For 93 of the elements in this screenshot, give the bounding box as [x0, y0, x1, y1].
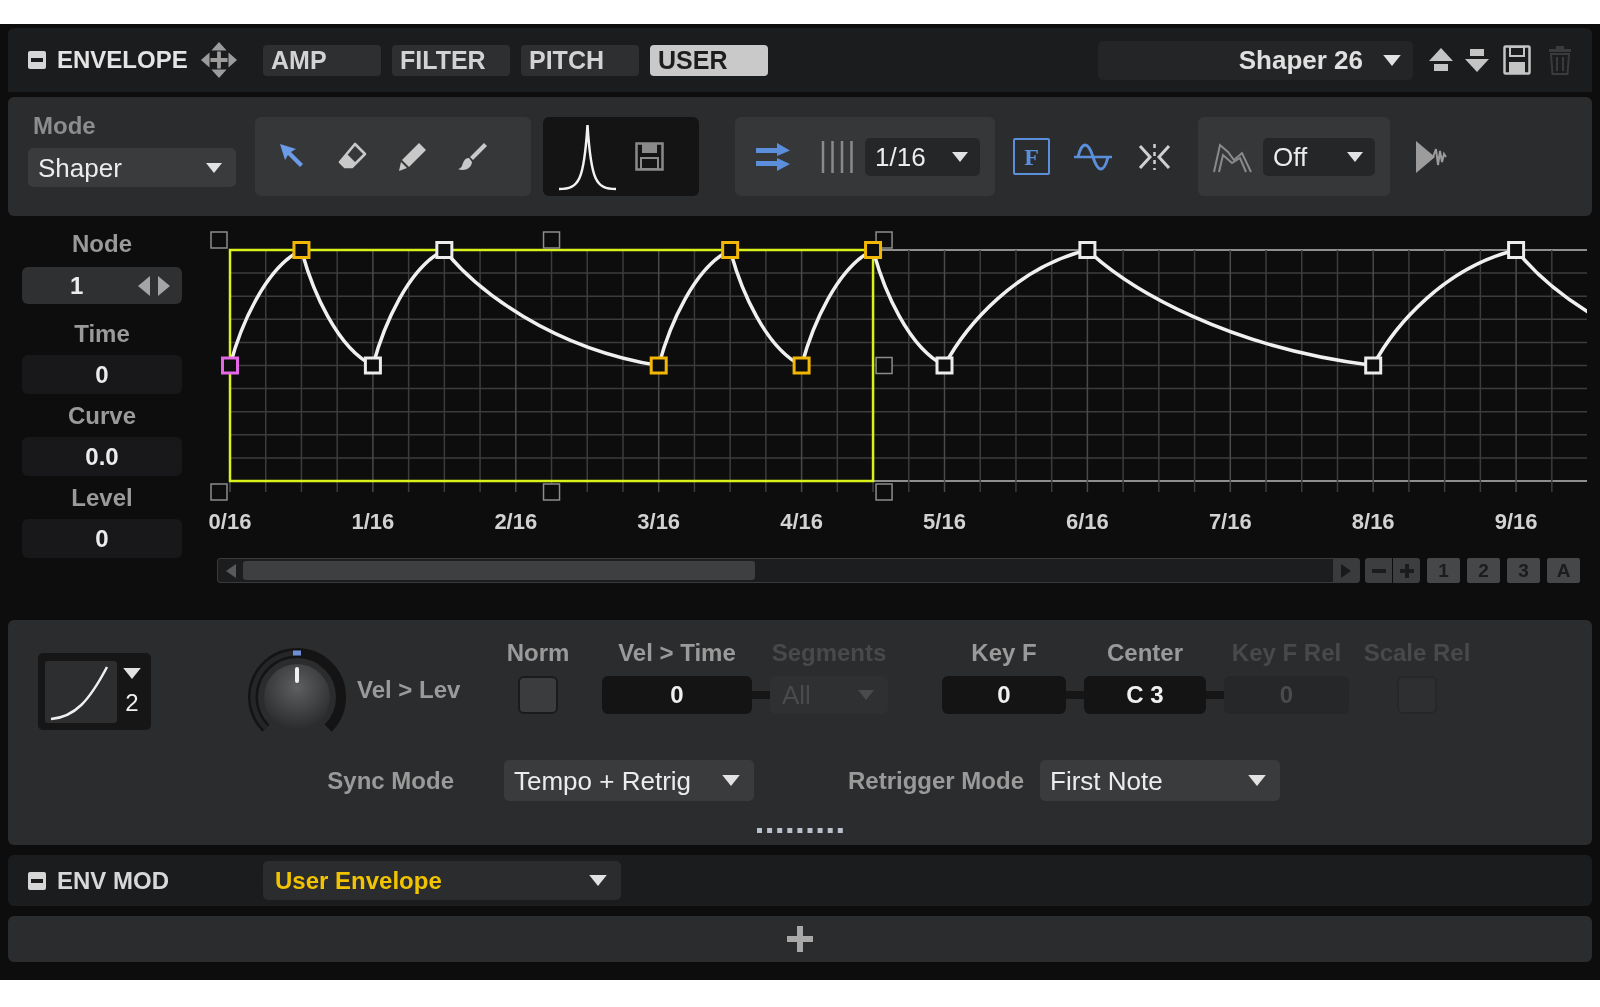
collapse-icon[interactable]: [28, 871, 46, 890]
column-label: Norm: [506, 638, 570, 668]
time-tick-label: 6/16: [1066, 508, 1109, 534]
time-tick-label: 0/16: [208, 508, 252, 534]
envelope-node[interactable]: [864, 241, 883, 259]
modulation-source-dropdown[interactable]: User Envelope: [263, 861, 621, 900]
letter-toggle-button[interactable]: F: [1013, 138, 1050, 175]
mode-dropdown[interactable]: Shaper: [28, 148, 236, 187]
dropdown-caret-icon: [206, 162, 222, 173]
time-tick-label: 8/16: [1351, 508, 1395, 534]
selection-handle[interactable]: [875, 483, 893, 501]
value-field[interactable]: C 3: [1084, 676, 1206, 714]
value-field[interactable]: 0: [22, 355, 182, 394]
peak-curve-icon: [557, 122, 618, 191]
envelope-node[interactable]: [649, 356, 668, 375]
field-connector: [752, 691, 770, 699]
envelope-node[interactable]: [221, 356, 239, 375]
selection-handle[interactable]: [210, 231, 228, 249]
field-label: Time: [74, 319, 130, 349]
time-tick-label: 9/16: [1494, 508, 1538, 534]
value-field[interactable]: 0: [602, 676, 752, 714]
move-icon[interactable]: [199, 41, 238, 79]
save-icon[interactable]: [1503, 45, 1531, 75]
column-label: Key F: [971, 638, 1037, 668]
selection-handle[interactable]: [210, 483, 228, 501]
selection-handle[interactable]: [542, 231, 561, 249]
retrigger-mode-dropdown[interactable]: First Note: [1040, 760, 1280, 801]
tab[interactable]: USER: [650, 44, 768, 76]
grid-dropdown[interactable]: 1/16: [865, 137, 980, 176]
envelope-node[interactable]: [792, 356, 811, 375]
arrow-down-icon[interactable]: [1464, 47, 1490, 73]
retrigger-mode-label: Retrigger Mode: [848, 768, 1024, 793]
curve-shape-icon: [45, 660, 117, 723]
time-tick-label: 1/16: [351, 508, 395, 534]
tab[interactable]: FILTER: [392, 44, 510, 76]
play-wave-icon[interactable]: [1415, 139, 1447, 174]
scrollbar-track[interactable]: [217, 558, 1360, 583]
knob-label: Vel > Lev: [357, 675, 461, 705]
save-icon[interactable]: [635, 142, 664, 171]
time-tick-label: 4/16: [780, 508, 823, 534]
double-arrow-icon[interactable]: [755, 141, 791, 172]
pencil-icon[interactable]: [397, 140, 429, 173]
dropdown-caret-icon: [722, 775, 740, 786]
scrollbar-thumb[interactable]: [243, 561, 755, 580]
scroll-left-icon[interactable]: [226, 563, 236, 578]
shape-dropdown[interactable]: Off: [1263, 137, 1375, 176]
selection-handle[interactable]: [875, 356, 893, 375]
collapse-icon[interactable]: [28, 51, 46, 69]
selection-handle[interactable]: [542, 483, 561, 501]
minus-icon: [1371, 568, 1386, 573]
checkbox[interactable]: [518, 676, 558, 714]
knob-pointer: [293, 650, 301, 683]
section-title: ENV MOD: [57, 868, 169, 893]
plus-icon: [1399, 563, 1414, 578]
column-label: Vel > Time: [618, 638, 736, 668]
brush-icon[interactable]: [457, 140, 489, 173]
time-tick-label: 2/16: [494, 508, 538, 534]
envelope-node[interactable]: [721, 241, 740, 259]
column-label: Center: [1107, 638, 1183, 668]
value-field[interactable]: 0.0: [22, 437, 182, 476]
value-field[interactable]: 0: [22, 519, 182, 558]
dropdown-caret-icon: [589, 875, 607, 886]
curve-preset-dropdown[interactable]: 2: [38, 653, 151, 730]
grid-lines-icon[interactable]: [820, 138, 855, 175]
inward-arrows-icon[interactable]: [1138, 141, 1171, 172]
next-triangle-icon[interactable]: [158, 275, 170, 296]
sync-mode-dropdown[interactable]: Tempo + Retrig: [504, 760, 754, 801]
mode-label: Mode: [33, 111, 96, 141]
node-spinbox[interactable]: 1: [22, 267, 182, 304]
value-field[interactable]: 0: [942, 676, 1066, 714]
tab[interactable]: PITCH: [521, 44, 639, 76]
section-title: ENVELOPE: [57, 48, 188, 72]
field-label: Curve: [68, 401, 136, 431]
sync-mode-label: Sync Mode: [327, 768, 454, 793]
preset-dropdown[interactable]: Shaper 26: [1098, 40, 1413, 80]
dropdown-caret-icon: [1248, 775, 1266, 786]
dropdown-caret-icon: [1383, 54, 1401, 66]
time-tick-label: 5/16: [923, 508, 966, 534]
field-label: Level: [71, 483, 133, 513]
resize-grip-icon[interactable]: [757, 828, 843, 833]
tab[interactable]: AMP: [263, 44, 381, 76]
field-connector: [1206, 691, 1224, 699]
previous-triangle-icon[interactable]: [138, 275, 150, 296]
dropdown-caret-icon: [123, 668, 141, 679]
arrow-up-icon[interactable]: [1428, 47, 1454, 73]
time-tick-label: 7/16: [1208, 508, 1252, 534]
dropdown-caret-icon: [1347, 151, 1363, 162]
time-tick-label: 3/16: [637, 508, 681, 534]
node-label: Node: [72, 229, 132, 259]
dropdown-caret-icon: [952, 151, 968, 162]
plus-icon: [787, 926, 813, 952]
envelope-node[interactable]: [292, 241, 311, 259]
dropdown-caret-icon: [858, 690, 874, 700]
